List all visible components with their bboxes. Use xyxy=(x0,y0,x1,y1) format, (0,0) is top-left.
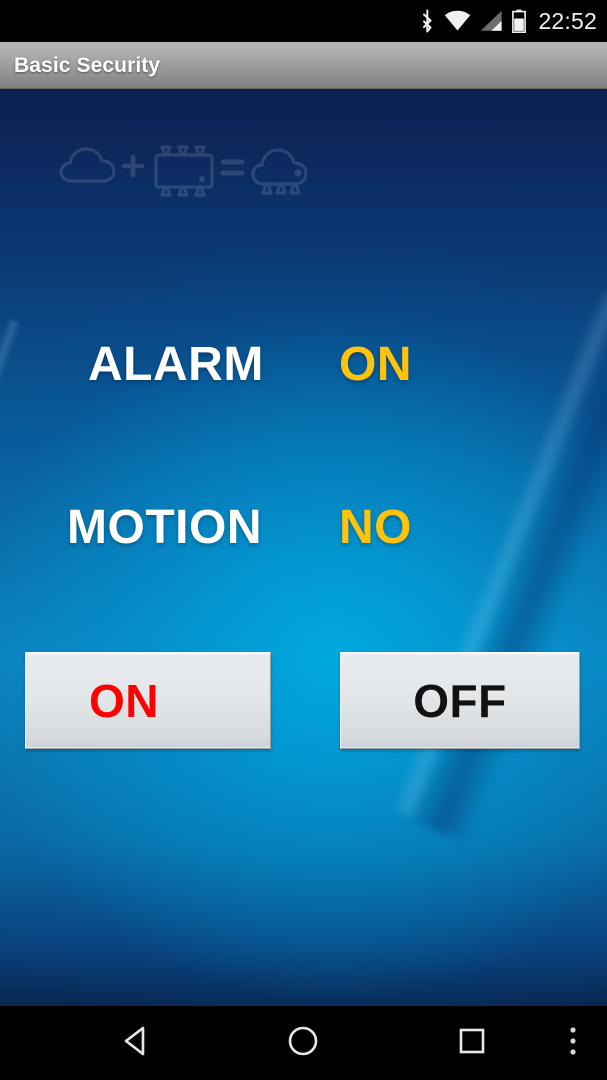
alarm-on-button[interactable]: ON xyxy=(25,652,271,749)
alarm-on-button-label: ON xyxy=(89,674,159,727)
alarm-off-button-label: OFF xyxy=(413,674,507,727)
alarm-off-button[interactable]: OFF xyxy=(340,652,580,749)
home-button[interactable] xyxy=(260,1006,346,1080)
phone-screen: 22:52 Basic Security ALARM ON MOTION NO … xyxy=(0,0,607,1080)
cloud-plus-chip-equals-cloudchip-logo xyxy=(58,139,318,199)
status-bar-clock: 22:52 xyxy=(538,7,597,34)
recents-icon xyxy=(456,1025,488,1062)
alarm-value: ON xyxy=(339,338,412,391)
wifi-icon xyxy=(444,8,471,34)
cellular-signal-icon xyxy=(480,8,503,34)
app-title-bar: Basic Security xyxy=(0,42,607,89)
page-title: Basic Security xyxy=(14,53,161,77)
app-content: ALARM ON MOTION NO ON OFF xyxy=(0,89,607,1006)
android-navigation-bar xyxy=(0,1006,607,1080)
background-streak-right-dark xyxy=(405,299,607,845)
background-streak-left-inner xyxy=(0,319,22,766)
recent-apps-button[interactable] xyxy=(429,1006,515,1080)
back-button[interactable] xyxy=(94,1006,180,1080)
bluetooth-icon xyxy=(420,8,435,34)
status-bar: 22:52 xyxy=(0,0,607,42)
back-icon xyxy=(120,1024,154,1063)
overflow-menu-button[interactable] xyxy=(545,1006,600,1080)
motion-value: NO xyxy=(339,501,412,554)
overflow-menu-icon xyxy=(568,1024,578,1063)
battery-icon xyxy=(512,8,527,34)
home-icon xyxy=(286,1024,320,1063)
motion-label: MOTION xyxy=(67,501,262,554)
alarm-label: ALARM xyxy=(88,338,264,391)
